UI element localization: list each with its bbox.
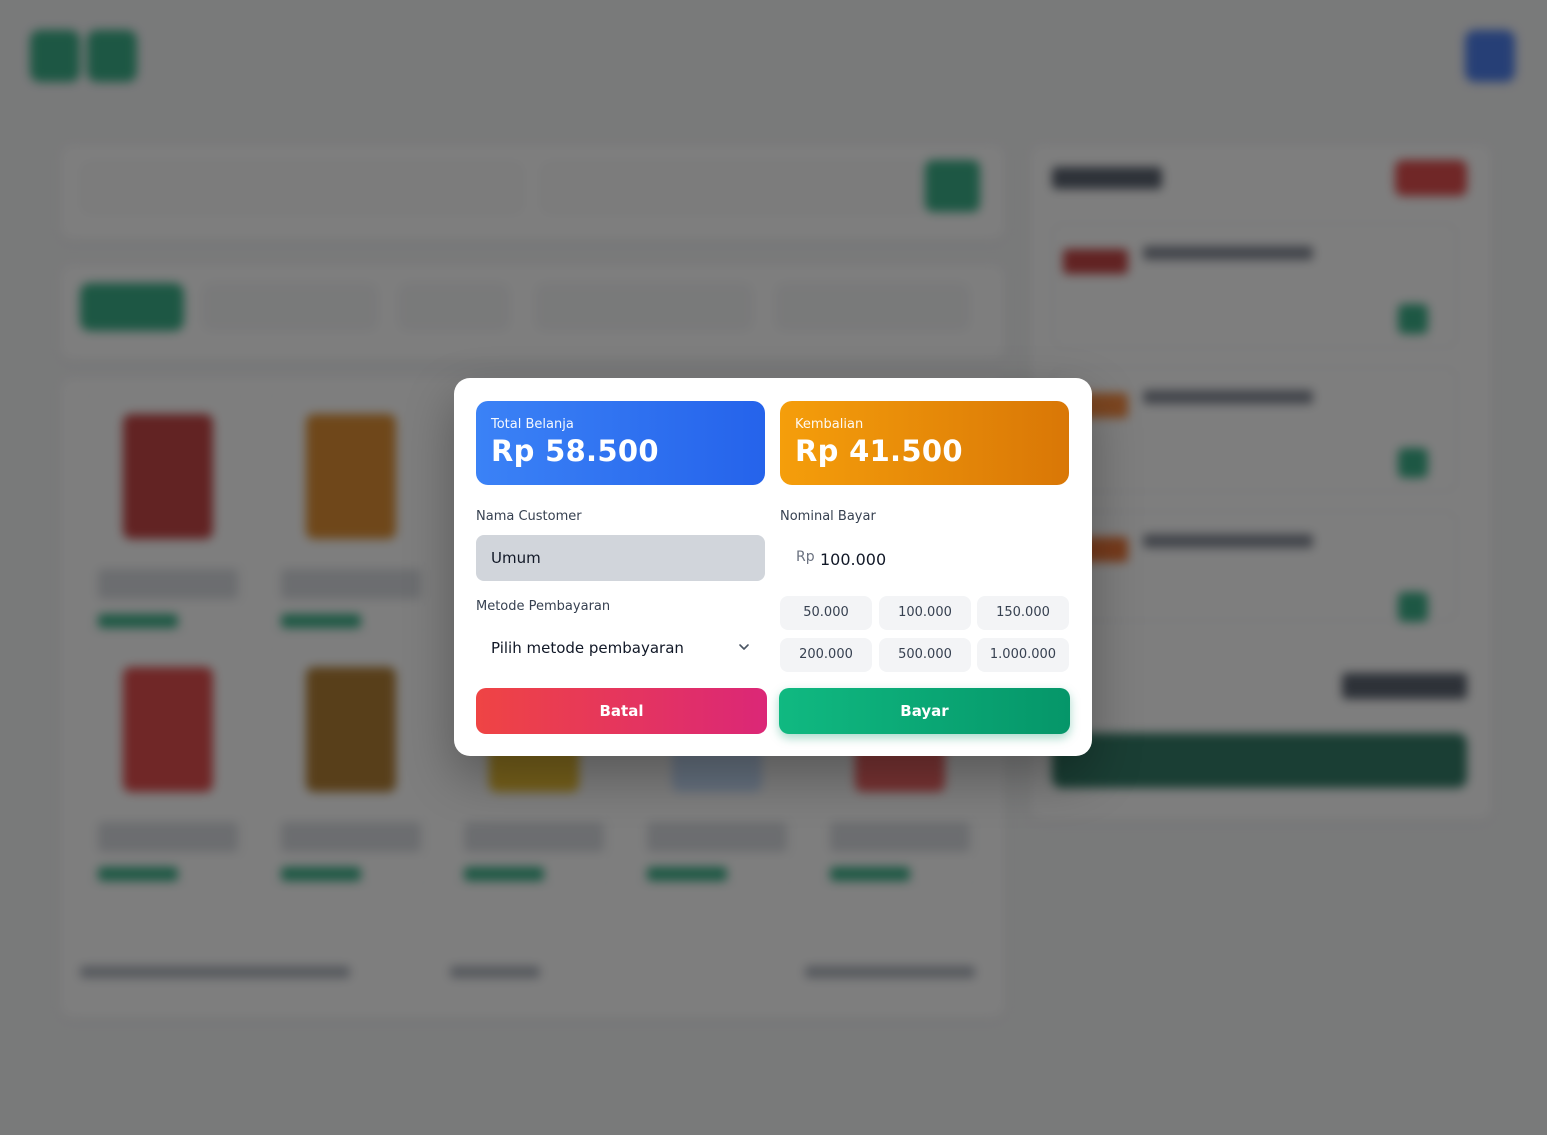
payment-method-value: Pilih metode pembayaran (491, 639, 684, 657)
payment-method-label: Metode Pembayaran (476, 599, 611, 614)
payment-modal: Total Belanja Rp 58.500 Kembalian Rp 41.… (454, 378, 1092, 756)
total-card: Total Belanja Rp 58.500 (476, 401, 765, 485)
customer-label: Nama Customer (476, 509, 582, 524)
customer-name-input[interactable] (476, 535, 765, 581)
cancel-button[interactable]: Batal (476, 688, 767, 734)
change-label: Kembalian (795, 417, 864, 432)
quick-amount-1000000[interactable]: 1.000.000 (977, 638, 1069, 672)
quick-amount-200000[interactable]: 200.000 (780, 638, 872, 672)
total-value: Rp 58.500 (491, 434, 659, 468)
quick-amount-50000[interactable]: 50.000 (780, 596, 872, 630)
payment-amount-label: Nominal Bayar (780, 509, 876, 524)
currency-prefix: Rp (796, 549, 815, 565)
total-label: Total Belanja (491, 417, 574, 432)
payment-amount-input[interactable] (820, 535, 1060, 581)
change-value: Rp 41.500 (795, 434, 963, 468)
quick-amount-150000[interactable]: 150.000 (977, 596, 1069, 630)
payment-method-select[interactable]: Pilih metode pembayaran (476, 626, 765, 670)
payment-amount-field: Rp (780, 535, 1069, 581)
quick-amount-100000[interactable]: 100.000 (879, 596, 971, 630)
quick-amount-500000[interactable]: 500.000 (879, 638, 971, 672)
change-card: Kembalian Rp 41.500 (780, 401, 1069, 485)
pay-button[interactable]: Bayar (779, 688, 1070, 734)
chevron-down-icon (737, 640, 751, 658)
